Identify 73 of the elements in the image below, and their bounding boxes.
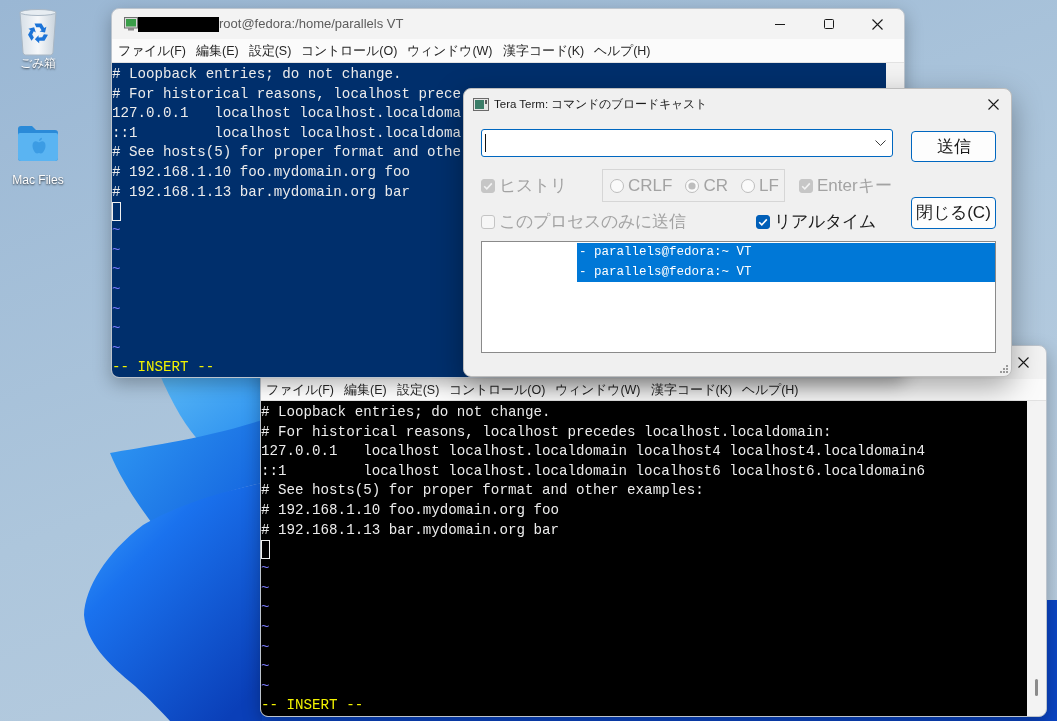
app-window-icon: [473, 97, 489, 111]
mode-indicator: -- INSERT --: [112, 358, 215, 377]
tilde-marker: ~: [261, 599, 270, 616]
tilde-marker: ~: [112, 222, 121, 239]
tilde-marker: ~: [112, 300, 121, 317]
list-item[interactable]: - parallels@fedora:~ VT: [577, 262, 995, 282]
close-dialog-button[interactable]: 閉じる(C): [911, 197, 996, 229]
checkbox-label: ヒストリ: [499, 175, 567, 196]
terminal-line: 127.0.0.1 localhost localhost.localdomain localhost4 localhost4.localdomain4: [261, 442, 926, 462]
menu-item[interactable]: ファイル(F): [117, 42, 187, 59]
tilde-marker: ~: [261, 579, 270, 596]
radio-label: CR: [703, 175, 728, 196]
menu-item[interactable]: 設定(S): [247, 42, 293, 59]
list-item[interactable]: - parallels@fedora:~ VT: [577, 243, 995, 263]
menu-item[interactable]: ファイル(F): [265, 381, 335, 398]
terminal-app-icon: [124, 17, 138, 31]
scrollbar-thumb[interactable]: [1035, 679, 1038, 696]
close-icon: [987, 98, 999, 110]
menu-item[interactable]: 設定(S): [395, 381, 441, 398]
radio-label: CRLF: [628, 175, 673, 196]
tilde-marker: ~: [112, 339, 121, 356]
tilde-marker: ~: [261, 658, 270, 675]
recycle-bin-icon[interactable]: [17, 8, 59, 56]
checkbox[interactable]: [756, 215, 770, 229]
folder-icon[interactable]: [16, 123, 60, 163]
tilde-marker: ~: [261, 638, 270, 655]
tilde-marker: ~: [261, 619, 270, 636]
mode-indicator: -- INSERT --: [261, 696, 364, 716]
terminal-line: # 192.168.1.10 foo.mydomain.org foo: [112, 162, 410, 182]
maximize-icon: [823, 19, 834, 29]
terminal-line: # Loopback entries; do not change.: [112, 65, 402, 84]
checkbox-label: Enterキー: [817, 175, 892, 196]
minimize-icon: [774, 23, 785, 25]
terminal-line: # 192.168.1.10 foo.mydomain.org foo: [261, 500, 559, 520]
menu-item[interactable]: 編集(E): [342, 381, 388, 398]
text-cursor-icon: [485, 134, 486, 152]
send-button[interactable]: 送信: [911, 131, 996, 162]
tilde-marker: ~: [112, 320, 121, 337]
tilde-marker: ~: [112, 241, 121, 258]
terminal-line: # For historical reasons, localhost precedes localhost.localdomain:: [261, 422, 832, 442]
checkbox-label: リアルタイム: [774, 212, 876, 232]
menu-item[interactable]: ウィンドウ(W): [554, 381, 642, 398]
menu-item[interactable]: コントロール(O): [448, 381, 547, 398]
resize-grip-icon[interactable]: [1000, 365, 1008, 373]
menu-item[interactable]: 漢字コード(K): [649, 381, 734, 398]
terminal-line: # For historical reasons, localhost prece: [112, 84, 462, 104]
tilde-marker: ~: [261, 560, 270, 577]
terminal-line: # 192.168.1.13 bar.mydomain.org bar: [261, 520, 559, 540]
window-listbox[interactable]: - parallels@fedora:~ VT - parallels@fedora:~ VT: [481, 241, 996, 353]
close-icon: [1018, 357, 1029, 368]
window-title: root@fedora:/home/parallels VT: [219, 16, 404, 32]
menu-item[interactable]: コントロール(O): [300, 42, 399, 59]
dialog-title: Tera Term: コマンドのブロードキャスト: [494, 97, 708, 111]
checkbox-label: このプロセスのみに送信: [499, 212, 686, 232]
menu-item[interactable]: 漢字コード(K): [501, 42, 586, 59]
tilde-marker: ~: [261, 677, 270, 694]
tilde-marker: ~: [112, 261, 121, 278]
close-icon: [872, 18, 883, 30]
command-combobox[interactable]: [481, 129, 893, 157]
terminal-line: # See hosts(5) for proper format and othe: [112, 143, 462, 163]
menu-item[interactable]: ヘルプ(H): [593, 42, 652, 59]
terminal-line: ::1 localhost localhost.localdoma: [112, 123, 462, 143]
terminal-line: # Loopback entries; do not change.: [261, 403, 551, 422]
terminal-line: ::1 localhost localhost.localdomain localhost6 localhost6.localdomain6: [261, 461, 926, 481]
menu-item[interactable]: 編集(E): [194, 42, 240, 59]
terminal-line: 127.0.0.1 localhost localhost.localdoma: [112, 104, 462, 124]
terminal-line: # 192.168.1.13 bar.mydomain.org bar: [112, 182, 410, 202]
menu-item[interactable]: ウィンドウ(W): [406, 42, 494, 59]
chevron-down-icon: [875, 140, 886, 146]
terminal-line: # See hosts(5) for proper format and other examples:: [261, 481, 704, 501]
menu-item[interactable]: ヘルプ(H): [741, 381, 800, 398]
radio-label: LF: [758, 175, 779, 196]
tilde-marker: ~: [112, 280, 121, 297]
